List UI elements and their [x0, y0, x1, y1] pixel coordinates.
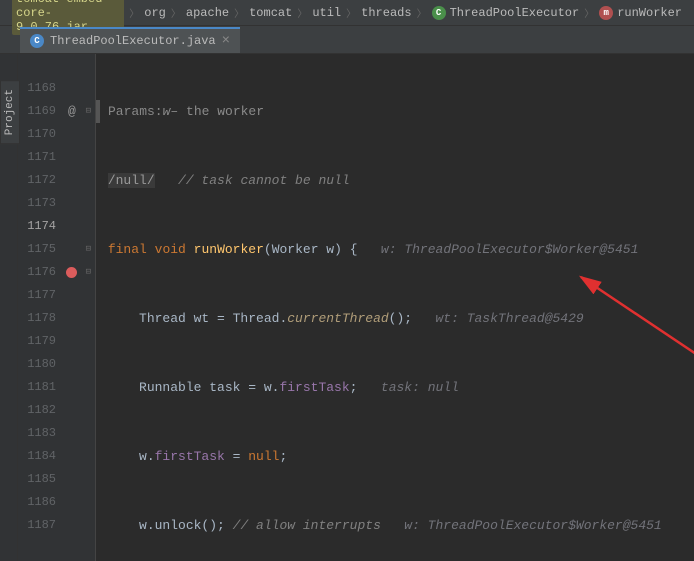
fold-icon[interactable]: ⊟: [86, 238, 91, 261]
crumb-pkg[interactable]: threads: [357, 6, 415, 20]
line-numbers: 1168116911701171117211731174117511761177…: [18, 54, 62, 561]
chevron-right-icon: 〉: [584, 5, 594, 21]
code-line[interactable]: w.unlock(); // allow interrupts w: Threa…: [96, 514, 694, 537]
crumb-pkg[interactable]: apache: [182, 6, 233, 20]
code-line[interactable]: w.firstTask = null;: [96, 445, 694, 468]
tab-label: ThreadPoolExecutor.java: [50, 34, 216, 48]
gutter-icons[interactable]: @ ⊟ ⊟ ⊟: [62, 54, 96, 561]
code-line[interactable]: Runnable task = w.firstTask; task: null: [96, 376, 694, 399]
crumb-pkg[interactable]: org: [140, 6, 170, 20]
chevron-right-icon: 〉: [297, 5, 307, 21]
class-icon: C: [30, 34, 44, 48]
chevron-right-icon: 〉: [417, 5, 427, 21]
chevron-right-icon: 〉: [346, 5, 356, 21]
method-icon: m: [599, 6, 613, 20]
breadcrumb: tomcat-embed-core-9.0.76.jar 〉 org 〉 apa…: [0, 0, 694, 26]
breakpoint-icon[interactable]: [66, 267, 77, 278]
fold-icon[interactable]: ⊟: [86, 100, 91, 123]
crumb-pkg[interactable]: tomcat: [245, 6, 296, 20]
sidebar-project[interactable]: Project: [0, 80, 20, 144]
tab-file[interactable]: C ThreadPoolExecutor.java ×: [20, 27, 240, 53]
crumb-class[interactable]: CThreadPoolExecutor: [428, 6, 584, 20]
code-line[interactable]: final void runWorker(Worker w) { w: Thre…: [96, 238, 694, 261]
code-area[interactable]: Params: w – the worker /null/ // task ca…: [96, 54, 694, 561]
fold-icon[interactable]: ⊟: [86, 261, 91, 284]
editor-tabs: C ThreadPoolExecutor.java ×: [0, 26, 694, 54]
code-line[interactable]: Thread wt = Thread.currentThread(); wt: …: [96, 307, 694, 330]
override-icon[interactable]: @: [68, 100, 76, 123]
crumb-pkg[interactable]: util: [308, 6, 345, 20]
chevron-right-icon: 〉: [234, 5, 244, 21]
chevron-right-icon: 〉: [129, 5, 139, 21]
chevron-right-icon: 〉: [171, 5, 181, 21]
params-hint: Params: w – the worker: [96, 100, 694, 123]
close-icon[interactable]: ×: [222, 34, 230, 48]
crumb-method[interactable]: mrunWorker: [595, 6, 686, 20]
class-icon: C: [432, 6, 446, 20]
code-line[interactable]: /null/ // task cannot be null: [96, 169, 694, 192]
